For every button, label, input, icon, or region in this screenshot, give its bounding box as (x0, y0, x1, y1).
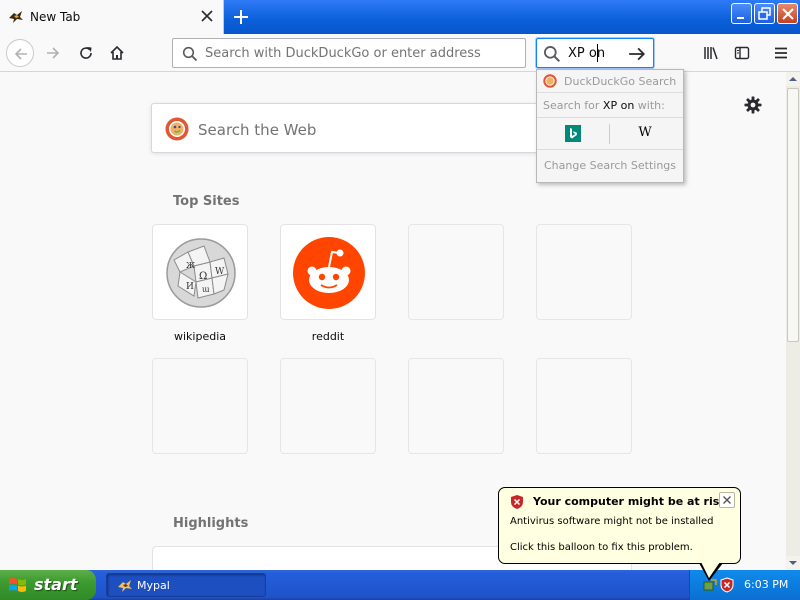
hamburger-menu-icon (775, 47, 787, 59)
svg-text:Ω: Ω (199, 271, 207, 282)
balloon-action-hint: Click this balloon to fix this problem. (510, 542, 693, 553)
engine-divider (609, 124, 610, 144)
address-bar[interactable] (172, 38, 526, 68)
close-icon (782, 8, 794, 20)
restore-button[interactable] (754, 3, 775, 24)
reddit-alien-icon (293, 237, 365, 309)
top-site-label[interactable]: wikipedia (152, 330, 248, 343)
reload-icon (80, 47, 92, 59)
top-site-empty-slot[interactable] (408, 358, 504, 454)
taskbar-item-label: Mypal (137, 579, 170, 592)
arrow-down-icon (789, 561, 797, 565)
change-search-settings[interactable]: Change Search Settings (537, 159, 683, 172)
address-input[interactable] (205, 44, 515, 63)
vertical-scrollbar[interactable] (786, 72, 800, 570)
top-site-empty-slot[interactable] (280, 358, 376, 454)
arrow-left-icon (14, 48, 27, 60)
svg-text:ɯ: ɯ (202, 285, 210, 294)
balloon-close-button[interactable] (719, 492, 735, 508)
text-cursor (597, 44, 598, 62)
title-tab-bar: New Tab (0, 0, 800, 34)
taskbar-item-mypal[interactable]: Mypal (106, 573, 266, 597)
clock[interactable]: 6:03 PM (744, 578, 788, 591)
gear-icon[interactable] (743, 95, 763, 115)
duckduckgo-icon (165, 117, 189, 141)
search-suggestions-popup: DuckDuckGo Search Search for XP on with:… (536, 69, 684, 183)
scroll-up-button[interactable] (786, 72, 800, 86)
home-icon (110, 45, 124, 60)
search-for-term: XP on (602, 99, 635, 112)
current-engine-header: DuckDuckGo Search (537, 70, 683, 93)
search-for-prefix: Search for (543, 99, 600, 112)
arrow-up-icon (789, 77, 797, 81)
one-off-engines: W (537, 117, 683, 150)
top-site-tile-wikipedia[interactable]: Ж Ω W И ɯ (152, 224, 248, 320)
balloon-tail-fill (701, 562, 720, 578)
svg-text:И: И (186, 282, 194, 292)
search-icon (544, 46, 561, 63)
reload-button[interactable] (73, 40, 99, 66)
top-site-empty-slot[interactable] (408, 224, 504, 320)
arrow-right-icon (47, 47, 60, 59)
back-button[interactable] (6, 39, 34, 67)
balloon-title: Your computer might be at risk (533, 495, 727, 508)
tab-new-tab[interactable]: New Tab (0, 0, 224, 34)
current-engine-name: DuckDuckGo Search (564, 75, 677, 88)
highlights-heading: Highlights (173, 516, 249, 531)
top-site-empty-slot[interactable] (152, 358, 248, 454)
new-tab-icon[interactable] (230, 6, 252, 28)
start-button[interactable]: start (0, 570, 96, 600)
top-site-empty-slot[interactable] (536, 358, 632, 454)
sidebar-icon (734, 46, 750, 60)
svg-text:W: W (215, 267, 225, 277)
arrow-right-icon[interactable] (628, 45, 646, 63)
windows-flag-icon (9, 578, 26, 592)
menu-button[interactable] (768, 40, 794, 66)
close-icon (723, 496, 731, 504)
bing-icon[interactable] (565, 125, 581, 142)
tab-title: New Tab (30, 10, 81, 24)
forward-button[interactable] (40, 40, 66, 66)
wikipedia-globe-icon: Ж Ω W И ɯ (166, 238, 236, 308)
security-alert-balloon[interactable]: Your computer might be at risk Antivirus… (498, 487, 741, 581)
home-button[interactable] (104, 40, 130, 66)
mypal-bird-icon (9, 11, 23, 23)
search-bar[interactable]: XP on (536, 38, 654, 68)
top-site-label[interactable]: reddit (280, 330, 376, 343)
sidebar-button[interactable] (729, 40, 755, 66)
search-for-suffix: with: (637, 99, 665, 112)
page-search-placeholder: Search the Web (198, 121, 317, 139)
mypal-bird-icon (118, 580, 132, 592)
library-icon (704, 47, 718, 60)
top-sites-heading: Top Sites (173, 194, 240, 209)
duckduckgo-icon (543, 74, 557, 88)
library-button[interactable] (698, 40, 724, 66)
close-window-button[interactable] (777, 3, 798, 24)
scrollbar-thumb[interactable] (787, 88, 799, 342)
minimize-button[interactable] (731, 3, 752, 24)
svg-text:Ж: Ж (186, 261, 195, 270)
taskbar: start Mypal 6:03 PM (0, 570, 800, 600)
security-shield-icon (511, 495, 523, 509)
balloon-message: Antivirus software might not be installe… (510, 516, 714, 527)
restore-icon (758, 7, 771, 20)
navigation-toolbar: XP on (0, 34, 800, 72)
start-label: start (34, 575, 78, 594)
search-icon (182, 46, 198, 62)
search-for-label: Search for XP on with: (543, 99, 665, 112)
minimize-icon (737, 17, 744, 19)
top-site-empty-slot[interactable] (536, 224, 632, 320)
close-tab-icon[interactable] (198, 7, 216, 25)
scroll-down-button[interactable] (786, 556, 800, 570)
top-site-tile-reddit[interactable] (280, 224, 376, 320)
wikipedia-w-icon[interactable]: W (637, 125, 653, 142)
search-bar-value[interactable]: XP on (568, 46, 605, 61)
